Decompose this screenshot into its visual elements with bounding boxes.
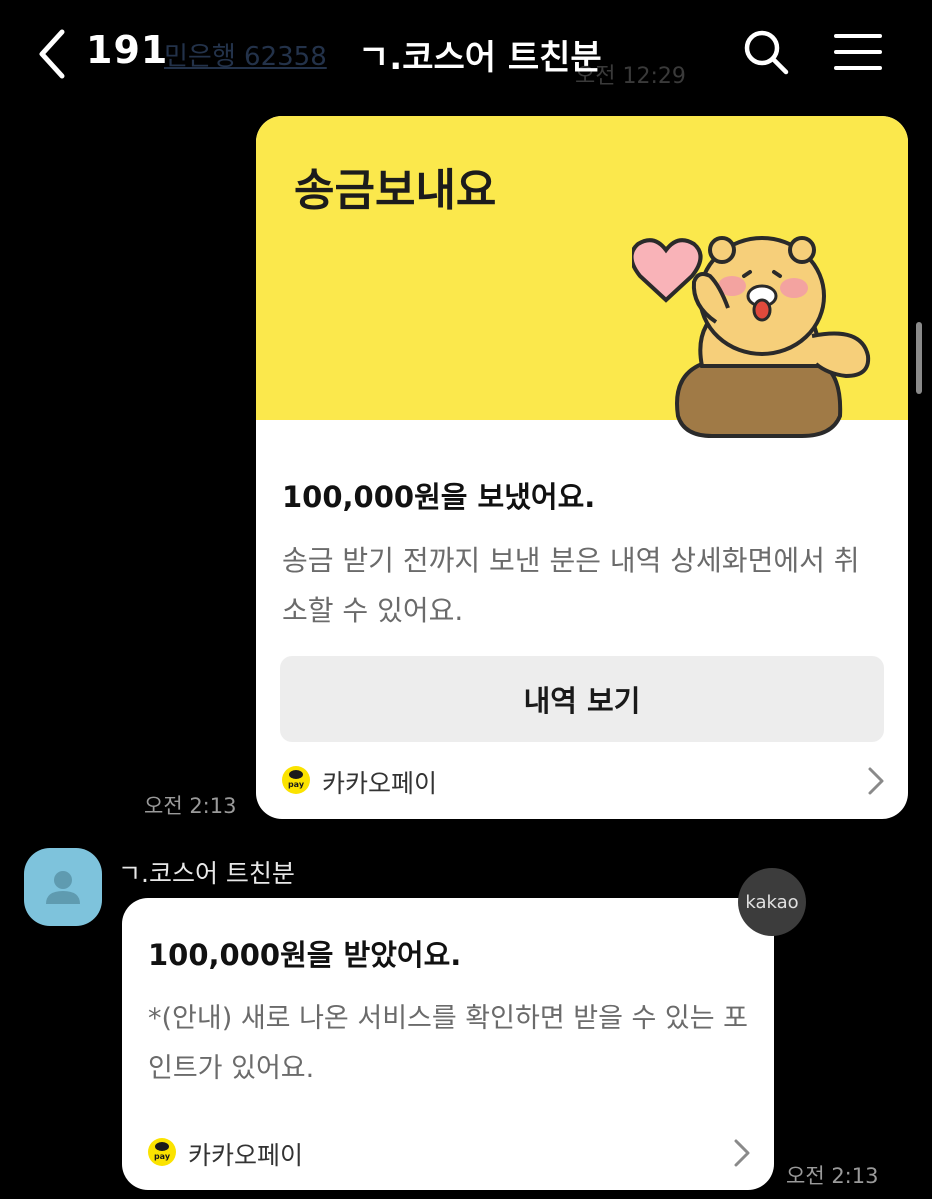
character-illustration	[632, 236, 871, 438]
search-icon	[744, 30, 789, 75]
received-message-time: 오전 2:13	[786, 1164, 879, 1188]
card-hero: 송금보내요	[256, 116, 908, 438]
back-button[interactable]	[30, 26, 74, 82]
kakaopay-logo-icon: pay	[282, 766, 310, 794]
menu-button[interactable]	[834, 32, 882, 72]
avatar[interactable]	[24, 848, 102, 926]
sent-amount-text: 100,000원을 보냈어요.	[282, 480, 596, 514]
received-transfer-card[interactable]: 100,000원을 받았어요. *(안내) 새로 나온 서비스를 확인하면 받을…	[122, 898, 774, 1190]
view-history-button[interactable]: 내역 보기	[280, 656, 884, 742]
chevron-left-icon	[39, 29, 65, 79]
received-amount-text: 100,000원을 받았어요.	[148, 938, 462, 972]
chat-header: 민은행 62358 오전 12:29 191 ㄱ.코스어 트친분	[0, 0, 932, 110]
kakaopay-label: 카카오페이	[322, 769, 438, 798]
sent-description: 송금 받기 전까지 보낸 분은 내역 상세화면에서 취소할 수 있어요.	[282, 544, 860, 627]
search-button[interactable]	[742, 28, 790, 76]
chevron-right-icon	[868, 767, 884, 795]
chevron-right-icon	[734, 1139, 750, 1167]
page-title: ㄱ.코스어 트친분	[358, 38, 602, 78]
sent-message-time: 오전 2:13	[144, 794, 237, 818]
kakaopay-footer[interactable]: pay 카카오페이	[122, 1124, 774, 1184]
previous-message-text: 민은행 62358	[164, 42, 327, 72]
card-hero-title: 송금보내요	[294, 165, 497, 216]
user-icon	[46, 871, 80, 904]
kakao-badge: kakao	[738, 868, 806, 936]
kakaopay-footer[interactable]: pay 카카오페이	[256, 752, 908, 812]
received-description: *(안내) 새로 나온 서비스를 확인하면 받을 수 있는 포인트가 있어요.	[148, 1003, 749, 1084]
unread-count: 191	[86, 28, 169, 72]
kakaopay-logo-icon: pay	[148, 1138, 176, 1166]
hamburger-icon	[834, 34, 882, 70]
scrollbar[interactable]	[916, 322, 922, 394]
sent-transfer-card[interactable]: 송금보내요 100,000원을 보냈어요. 송금 받기 전까지 보낸 분은 내역…	[256, 116, 908, 819]
kakaopay-label: 카카오페이	[188, 1141, 304, 1170]
sender-name: ㄱ.코스어 트친분	[118, 859, 295, 888]
